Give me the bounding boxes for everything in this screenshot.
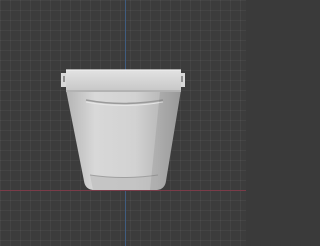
bucket-rim (66, 70, 181, 92)
3d-viewport[interactable] (0, 0, 246, 246)
bucket-model[interactable] (0, 0, 246, 246)
